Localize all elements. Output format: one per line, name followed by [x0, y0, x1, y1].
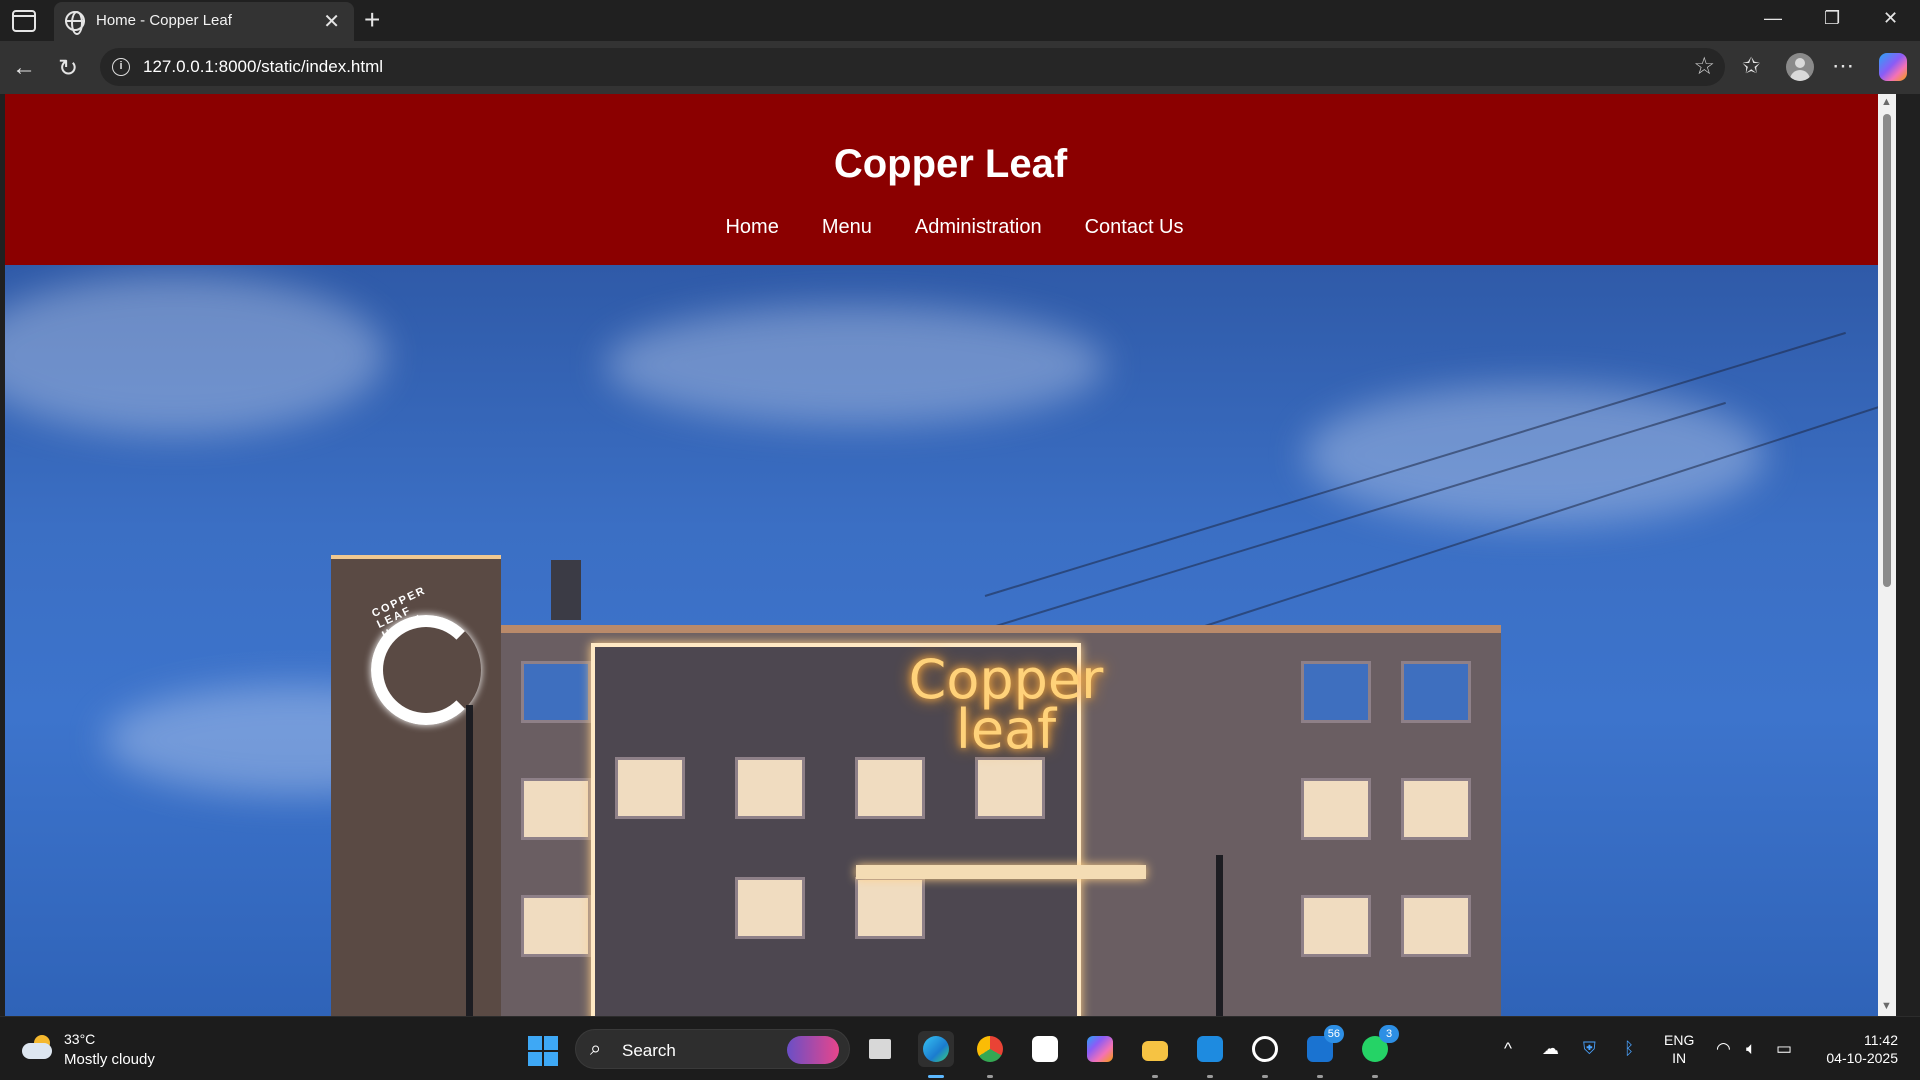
region-code: IN	[1672, 1050, 1687, 1066]
bluetooth-icon[interactable]: ᛒ	[1624, 1039, 1634, 1059]
whatsapp-icon[interactable]: 3	[1357, 1025, 1399, 1078]
defender-icon[interactable]: ⛨	[1583, 1039, 1596, 1059]
address-bar[interactable]: i 127.0.0.1:8000/static/index.html ☆	[100, 48, 1725, 86]
site-nav: Home Menu Administration Contact Us	[5, 216, 1896, 239]
language-code: ENG	[1664, 1032, 1695, 1048]
clock-date: 04-10-2025	[1826, 1050, 1898, 1066]
language-indicator[interactable]: ENG IN	[1664, 1031, 1694, 1067]
weather-description[interactable]: Mostly cloudy	[64, 1051, 155, 1068]
scrollbar-thumb[interactable]	[1883, 114, 1891, 587]
onedrive-icon[interactable]: ☁	[1542, 1039, 1559, 1059]
globe-icon	[65, 11, 85, 35]
outlook-icon[interactable]: 56	[1302, 1025, 1344, 1078]
star-icon[interactable]: ☆	[1693, 52, 1715, 81]
favorites-icon[interactable]: ✩	[1742, 53, 1760, 79]
file-explorer-icon[interactable]	[1137, 1031, 1173, 1078]
weather-cloud-icon[interactable]	[22, 1035, 54, 1059]
profile-icon[interactable]	[1786, 53, 1814, 81]
more-icon[interactable]: ⋯	[1832, 53, 1854, 79]
url-text[interactable]: 127.0.0.1:8000/static/index.html	[143, 57, 383, 77]
page-viewport: Copper Leaf Home Menu Administration Con…	[5, 94, 1896, 1016]
sidebar-toggle-icon[interactable]	[12, 10, 36, 32]
outlook-badge: 56	[1323, 1025, 1344, 1043]
nav-home[interactable]: Home	[725, 216, 778, 239]
minimize-icon[interactable]: —	[1764, 8, 1782, 29]
windows-start-icon[interactable]	[528, 1036, 558, 1066]
tab-strip: Home - Copper Leaf ✕ + — ❐ ✕	[0, 0, 1920, 41]
volume-icon[interactable]: 🔈︎	[1746, 1039, 1756, 1059]
close-tab-icon[interactable]: ✕	[323, 9, 340, 34]
hotel-sign: Copper leaf	[891, 653, 1121, 761]
restore-icon[interactable]: ❐	[1824, 8, 1840, 29]
sign-line-2: leaf	[955, 698, 1057, 761]
site-header: Copper Leaf Home Menu Administration Con…	[5, 94, 1896, 265]
battery-icon[interactable]: ▭	[1776, 1039, 1792, 1059]
tab-home[interactable]: Home - Copper Leaf ✕	[54, 2, 354, 41]
weather-temperature[interactable]: 33°C	[64, 1031, 95, 1047]
nav-contact-us[interactable]: Contact Us	[1085, 216, 1184, 239]
toolbar: ← ↻ i 127.0.0.1:8000/static/index.html ☆…	[0, 41, 1920, 94]
hero-image: COPPER LEAF HOTEL Copper leaf	[5, 265, 1896, 1016]
close-window-icon[interactable]: ✕	[1883, 8, 1898, 29]
scroll-up-icon[interactable]: ▲	[1881, 96, 1892, 108]
site-title: Copper Leaf	[833, 142, 1068, 186]
nav-menu[interactable]: Menu	[822, 216, 872, 239]
chatgpt-icon[interactable]	[1247, 1031, 1283, 1078]
vertical-scrollbar[interactable]: ▲ ▼	[1878, 94, 1896, 1016]
back-icon[interactable]: ←	[12, 54, 36, 82]
task-view-icon[interactable]	[862, 1031, 898, 1067]
copilot-app-icon[interactable]	[1082, 1031, 1118, 1067]
system-clock[interactable]: 11:42 04-10-2025	[1818, 1031, 1898, 1067]
nav-administration[interactable]: Administration	[915, 216, 1042, 239]
new-tab-plus-icon[interactable]: +	[364, 4, 380, 36]
info-icon[interactable]: i	[112, 58, 130, 76]
scroll-down-icon[interactable]: ▼	[1881, 1000, 1892, 1012]
taskbar: 33°C Mostly cloudy ⌕ Search 56 3 ^ ☁ ⛨ ᛒ…	[0, 1016, 1920, 1080]
search-highlight-icon	[787, 1036, 839, 1064]
edge-icon[interactable]	[918, 1031, 954, 1078]
store-icon[interactable]	[1027, 1031, 1063, 1067]
whatsapp-badge: 3	[1379, 1025, 1399, 1043]
tab-title: Home - Copper Leaf	[96, 12, 232, 29]
taskbar-search[interactable]: ⌕ Search	[575, 1029, 850, 1069]
wifi-icon[interactable]: ◠	[1716, 1039, 1731, 1059]
search-label: Search	[622, 1041, 676, 1060]
vscode-icon[interactable]	[1192, 1031, 1228, 1078]
clock-time: 11:42	[1864, 1032, 1898, 1048]
search-icon: ⌕	[590, 1038, 602, 1060]
chrome-icon[interactable]	[972, 1031, 1008, 1078]
show-hidden-icons-chevron-icon[interactable]: ^	[1504, 1039, 1512, 1059]
refresh-icon[interactable]: ↻	[58, 54, 78, 83]
copilot-icon[interactable]	[1879, 53, 1907, 81]
